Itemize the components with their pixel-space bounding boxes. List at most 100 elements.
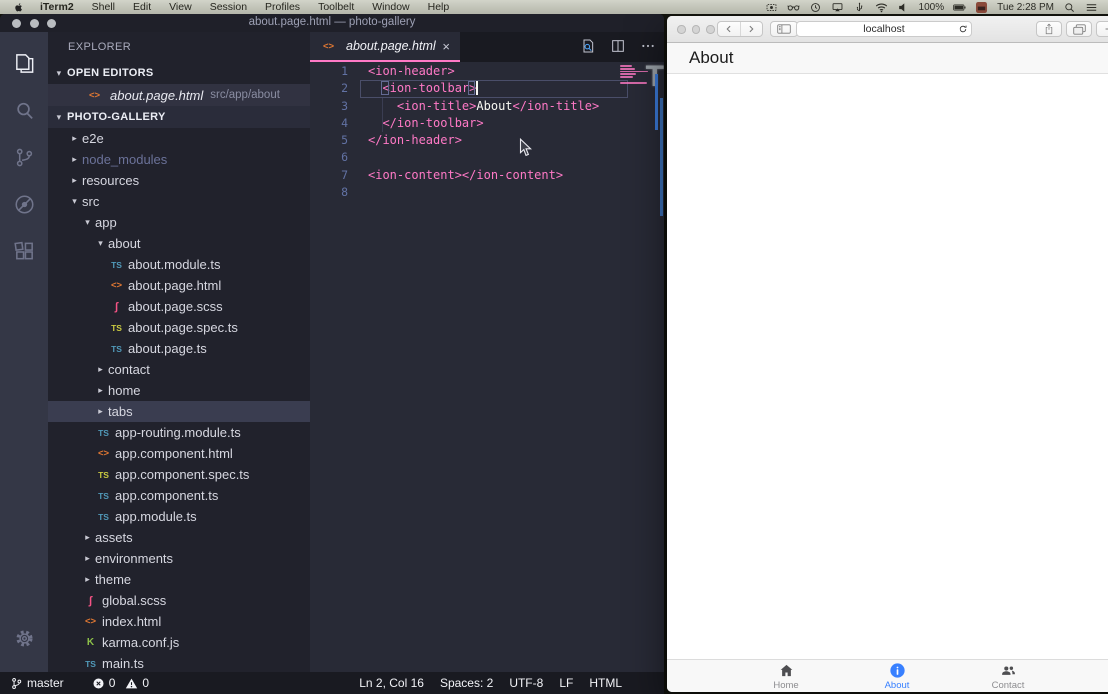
eol-setting[interactable]: LF bbox=[559, 676, 573, 690]
code-line-1[interactable]: 1<ion-header> bbox=[310, 63, 664, 80]
open-editor-item[interactable]: <> about.page.html src/app/about bbox=[48, 84, 310, 106]
file-app-routing.module.ts[interactable]: TSapp-routing.module.ts bbox=[48, 422, 310, 443]
menu-profiles[interactable]: Profiles bbox=[256, 0, 309, 14]
files-icon[interactable] bbox=[0, 40, 48, 87]
code-line-3[interactable]: 3 <ion-title>About</ion-title> bbox=[310, 98, 664, 115]
file-about.page.html[interactable]: <>about.page.html bbox=[48, 275, 310, 296]
tab-contact[interactable]: Contact bbox=[953, 660, 1064, 692]
folder-tabs[interactable]: ▸tabs bbox=[48, 401, 310, 422]
share-icon[interactable] bbox=[1036, 21, 1062, 37]
chevron-right-icon: ▸ bbox=[69, 154, 80, 165]
menu-help[interactable]: Help bbox=[419, 0, 459, 14]
minimize-window-button[interactable] bbox=[692, 25, 701, 34]
file-app.module.ts[interactable]: TSapp.module.ts bbox=[48, 506, 310, 527]
folder-node_modules[interactable]: ▸node_modules bbox=[48, 149, 310, 170]
open-editors-section-header[interactable]: ▾ OPEN EDITORS bbox=[48, 62, 310, 84]
ts-file-icon: TS bbox=[95, 428, 112, 438]
back-icon[interactable] bbox=[718, 22, 740, 36]
folder-e2e[interactable]: ▸e2e bbox=[48, 128, 310, 149]
status-bar: master 0 0 Ln 2, Col 16 Spaces: 2 UTF-8 … bbox=[0, 672, 664, 694]
menu-window[interactable]: Window bbox=[363, 0, 418, 14]
search-icon[interactable] bbox=[0, 87, 48, 134]
wifi-icon[interactable] bbox=[875, 2, 888, 13]
address-bar[interactable]: localhost bbox=[796, 21, 972, 37]
information-circle-icon bbox=[889, 662, 906, 679]
folder-src[interactable]: ▾src bbox=[48, 191, 310, 212]
settings-gear-icon[interactable] bbox=[0, 615, 48, 662]
ts-file-icon: TS bbox=[108, 260, 125, 270]
tab-overview-icon[interactable] bbox=[1066, 21, 1092, 37]
menu-shell[interactable]: Shell bbox=[83, 0, 124, 14]
indentation-setting[interactable]: Spaces: 2 bbox=[440, 676, 493, 690]
folder-assets[interactable]: ▸assets bbox=[48, 527, 310, 548]
folder-home[interactable]: ▸home bbox=[48, 380, 310, 401]
menu-iterm2[interactable]: iTerm2 bbox=[31, 0, 83, 14]
problems-indicator[interactable]: 0 0 bbox=[92, 676, 149, 690]
open-preview-icon[interactable] bbox=[580, 38, 596, 54]
close-tab-icon[interactable]: × bbox=[442, 40, 450, 53]
file-about.page.ts[interactable]: TSabout.page.ts bbox=[48, 338, 310, 359]
code-line-5[interactable]: 5</ion-header> bbox=[310, 132, 664, 149]
clock-icon[interactable] bbox=[809, 2, 822, 13]
menu-toolbelt[interactable]: Toolbelt bbox=[309, 0, 363, 14]
code-line-6[interactable]: 6 bbox=[310, 149, 664, 166]
file-global.scss[interactable]: ʃglobal.scss bbox=[48, 590, 310, 611]
folder-environments[interactable]: ▸environments bbox=[48, 548, 310, 569]
glasses-icon[interactable] bbox=[787, 2, 800, 13]
cursor-position[interactable]: Ln 2, Col 16 bbox=[359, 676, 424, 690]
folder-about[interactable]: ▾about bbox=[48, 233, 310, 254]
file-main.ts[interactable]: TSmain.ts bbox=[48, 653, 310, 672]
code-editor[interactable]: 1<ion-header>2 <ion-toolbar>3 <ion-title… bbox=[310, 62, 664, 672]
folder-theme[interactable]: ▸theme bbox=[48, 569, 310, 590]
file-about.page.scss[interactable]: ʃabout.page.scss bbox=[48, 296, 310, 317]
more-actions-icon[interactable] bbox=[640, 38, 656, 54]
reload-icon[interactable] bbox=[958, 24, 968, 34]
folder-app[interactable]: ▾app bbox=[48, 212, 310, 233]
folder-resources[interactable]: ▸resources bbox=[48, 170, 310, 191]
menu-session[interactable]: Session bbox=[201, 0, 256, 14]
tab-about[interactable]: About bbox=[842, 660, 953, 692]
forward-icon[interactable] bbox=[740, 22, 763, 36]
file-index.html[interactable]: <>index.html bbox=[48, 611, 310, 632]
folder-contact[interactable]: ▸contact bbox=[48, 359, 310, 380]
apple-icon[interactable] bbox=[6, 2, 31, 13]
new-tab-icon[interactable] bbox=[1096, 21, 1108, 37]
project-section-header[interactable]: ▾ PHOTO-GALLERY bbox=[48, 106, 310, 128]
code-line-8[interactable]: 8 bbox=[310, 184, 664, 201]
file-app.component.spec.ts[interactable]: TSapp.component.spec.ts bbox=[48, 464, 310, 485]
screen-record-icon[interactable] bbox=[765, 2, 778, 13]
usb-icon[interactable] bbox=[853, 2, 866, 13]
menu-bar-clock[interactable]: Tue 2:28 PM bbox=[997, 2, 1054, 13]
language-mode[interactable]: HTML bbox=[589, 676, 622, 690]
volume-icon[interactable] bbox=[897, 2, 910, 13]
tab-home[interactable]: Home bbox=[731, 660, 842, 692]
debug-icon[interactable] bbox=[0, 181, 48, 228]
extensions-icon[interactable] bbox=[0, 228, 48, 275]
encoding-setting[interactable]: UTF-8 bbox=[509, 676, 543, 690]
file-about.page.spec.ts[interactable]: TSabout.page.spec.ts bbox=[48, 317, 310, 338]
battery-icon[interactable] bbox=[953, 2, 966, 13]
spotlight-icon[interactable] bbox=[1063, 2, 1076, 13]
close-window-button[interactable] bbox=[677, 25, 686, 34]
code-line-4[interactable]: 4 </ion-toolbar> bbox=[310, 115, 664, 132]
ts-spec-file-icon: TS bbox=[108, 323, 125, 333]
file-about.module.ts[interactable]: TSabout.module.ts bbox=[48, 254, 310, 275]
tree-item-label: app-routing.module.ts bbox=[115, 425, 241, 440]
file-app.component.html[interactable]: <>app.component.html bbox=[48, 443, 310, 464]
airplay-icon[interactable] bbox=[831, 2, 844, 13]
file-karma.conf.js[interactable]: Kkarma.conf.js bbox=[48, 632, 310, 653]
vscode-title-bar: about.page.html — photo-gallery bbox=[0, 14, 664, 32]
code-line-7[interactable]: 7<ion-content></ion-content> bbox=[310, 167, 664, 184]
app-badge-icon[interactable] bbox=[975, 2, 988, 13]
file-app.component.ts[interactable]: TSapp.component.ts bbox=[48, 485, 310, 506]
sidebar-toggle-icon[interactable] bbox=[770, 21, 798, 37]
split-editor-icon[interactable] bbox=[610, 38, 626, 54]
menu-edit[interactable]: Edit bbox=[124, 0, 160, 14]
tab-about.page.html[interactable]: <> about.page.html × bbox=[310, 32, 460, 62]
notification-center-icon[interactable] bbox=[1085, 2, 1098, 13]
menu-view[interactable]: View bbox=[160, 0, 201, 14]
git-branch-indicator[interactable]: master bbox=[10, 676, 64, 690]
code-line-2[interactable]: 2 <ion-toolbar> bbox=[310, 80, 664, 97]
source-control-icon[interactable] bbox=[0, 134, 48, 181]
zoom-window-button[interactable] bbox=[706, 25, 715, 34]
